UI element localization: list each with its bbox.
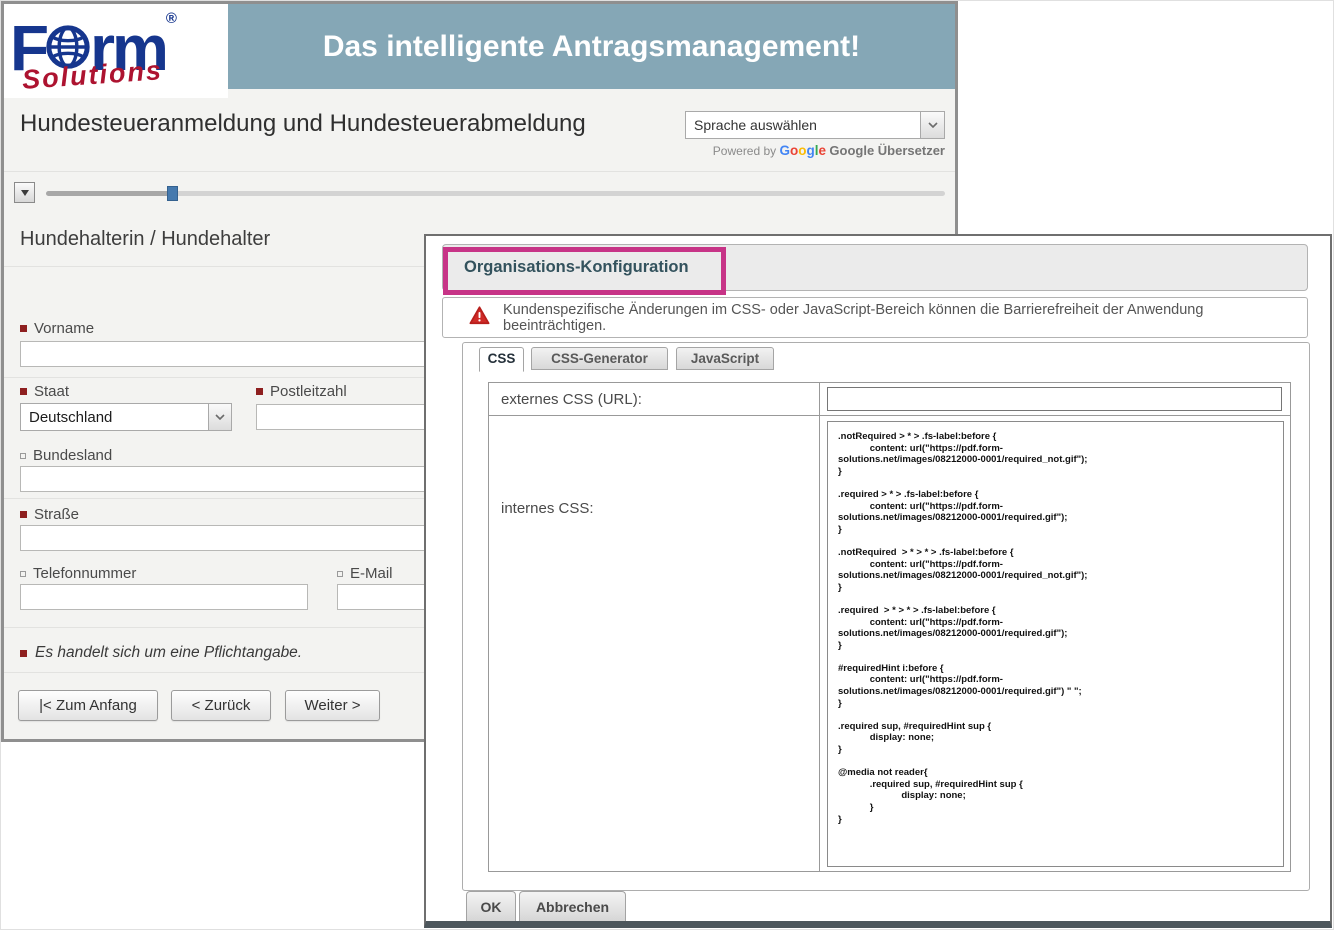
language-select-value: Sprache auswählen <box>686 117 920 133</box>
next-button[interactable]: Weiter > <box>285 690 380 721</box>
email-label: E-Mail <box>337 565 393 582</box>
form-solutions-logo: F rm ® Solutions <box>4 4 228 98</box>
internal-css-row: internes CSS: .notRequired > * > .fs-lab… <box>489 416 1290 871</box>
tab-css-generator[interactable]: CSS-Generator <box>531 347 668 370</box>
banner-slogan: Das intelligente Antragsmanagement! <box>228 4 955 89</box>
warning-icon <box>469 306 490 330</box>
page-title: Hundesteueranmeldung und Hundesteuerabme… <box>20 110 586 138</box>
tab-css[interactable]: CSS <box>479 347 524 372</box>
telefonnummer-label: Telefonnummer <box>20 565 136 582</box>
optional-marker-icon <box>20 571 26 577</box>
required-marker-icon <box>20 511 27 518</box>
screenshot-canvas: F rm ® Solutions Das intelligente Antrag… <box>0 0 1334 930</box>
language-select[interactable]: Sprache auswählen <box>685 111 945 139</box>
accessibility-warning: Kundenspezifische Änderungen im CSS- ode… <box>442 297 1308 338</box>
chevron-down-icon <box>920 112 944 138</box>
google-logo: Google <box>780 143 827 158</box>
registered-trademark: ® <box>166 10 177 27</box>
required-note: Es handelt sich um eine Pflichtangabe. <box>20 644 302 662</box>
external-css-input[interactable] <box>827 387 1282 411</box>
internal-css-label: internes CSS: <box>489 416 820 871</box>
ok-button[interactable]: OK <box>466 891 516 921</box>
progress-dropdown-button[interactable] <box>14 182 35 203</box>
progress-track[interactable] <box>172 191 945 196</box>
telefonnummer-input[interactable] <box>20 584 308 610</box>
staat-select[interactable]: Deutschland <box>20 403 232 431</box>
progress-track-filled[interactable] <box>46 191 172 196</box>
required-marker-icon <box>256 388 263 395</box>
configuration-panel: CSS CSS-Generator JavaScript externes CS… <box>462 342 1310 891</box>
divider <box>4 171 955 172</box>
internal-css-editor[interactable]: .notRequired > * > .fs-label:before { co… <box>827 421 1284 867</box>
translator-label: Google Übersetzer <box>829 143 945 158</box>
optional-marker-icon <box>337 571 343 577</box>
progress-slider-handle[interactable] <box>167 186 178 201</box>
required-marker-icon <box>20 388 27 395</box>
bundesland-label: Bundesland <box>20 447 112 464</box>
staat-label: Staat <box>20 383 69 400</box>
cancel-button[interactable]: Abbrechen <box>519 891 626 921</box>
back-button[interactable]: < Zurück <box>171 690 271 721</box>
optional-marker-icon <box>20 453 26 459</box>
dialog-title: Organisations-Konfiguration <box>442 244 1308 291</box>
required-marker-icon <box>20 325 27 332</box>
strasse-label: Straße <box>20 506 79 523</box>
section-heading: Hundehalterin / Hundehalter <box>20 228 270 251</box>
vorname-label: Vorname <box>20 320 94 337</box>
css-config-table: externes CSS (URL): internes CSS: .notRe… <box>488 382 1291 872</box>
organisations-konfiguration-dialog: Organisations-Konfiguration Kundenspezif… <box>424 234 1332 928</box>
to-start-button[interactable]: |< Zum Anfang <box>18 690 158 721</box>
google-translate-attribution: Powered by Google Google Übersetzer <box>625 143 945 158</box>
external-css-row: externes CSS (URL): <box>489 383 1290 416</box>
tab-javascript[interactable]: JavaScript <box>676 347 774 370</box>
external-css-label: externes CSS (URL): <box>489 383 820 415</box>
internal-css-code: .notRequired > * > .fs-label:before { co… <box>838 431 1277 825</box>
chevron-down-icon <box>208 404 231 430</box>
required-marker-icon <box>20 650 27 657</box>
powered-by-label: Powered by <box>713 144 776 158</box>
warning-text: Kundenspezifische Änderungen im CSS- ode… <box>503 302 1307 334</box>
postleitzahl-label: Postleitzahl <box>256 383 347 400</box>
caret-down-icon <box>21 190 29 196</box>
